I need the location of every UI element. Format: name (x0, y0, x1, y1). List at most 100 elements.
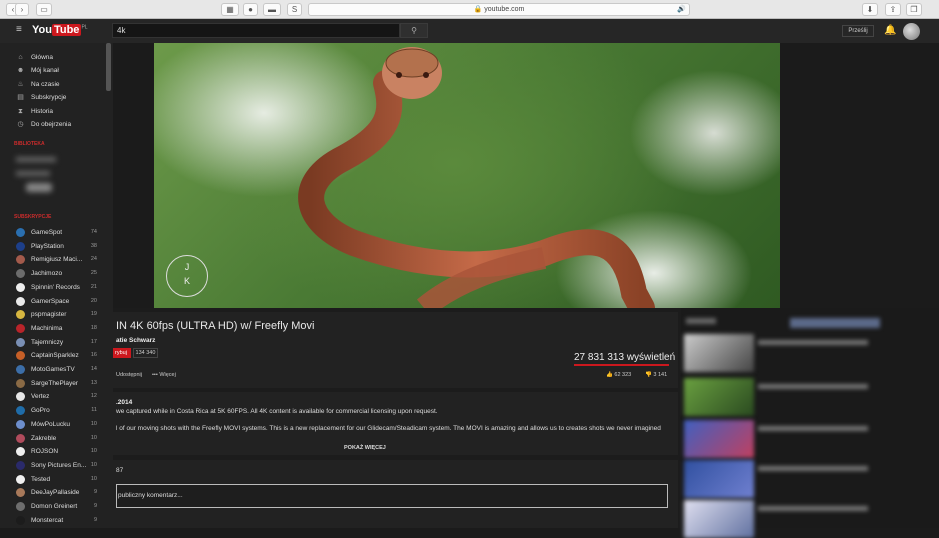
browser-toolbar: ‹ › ▭ ▦ ● ▬ S 🔒 youtube.com 🔊 ⬇ ⇪ ❐ (0, 0, 939, 19)
channel-name[interactable]: atie Schwarz (116, 337, 155, 344)
extension-icon[interactable]: ▬ (263, 3, 281, 16)
view-count: 27 831 313 wyświetleń (574, 352, 676, 363)
subscription-label: DeeJayPallaside (31, 489, 80, 497)
subscription-item[interactable]: pspmagister 19 (0, 308, 106, 321)
subscription-item[interactable]: Tested 10 (0, 473, 106, 486)
subscription-item[interactable]: Jachimozo 25 (0, 267, 106, 280)
sidebar-item-my-channel[interactable]: ☻ Mój kanał (0, 64, 106, 77)
suggestion-thumbnail[interactable] (684, 334, 754, 372)
suggestion-thumbnail[interactable] (684, 378, 754, 416)
subscription-count: 18 (90, 324, 97, 331)
dislike-button[interactable]: 👎 3 141 (645, 372, 667, 378)
suggestion-thumbnail[interactable] (684, 460, 754, 498)
speaker-icon[interactable]: 🔊 (677, 4, 686, 15)
sidebar-item-label: Mój kanał (31, 67, 59, 74)
subscription-item[interactable]: SargeThePlayer 13 (0, 377, 106, 390)
script-icon[interactable]: S (287, 3, 302, 16)
subscription-item[interactable]: GamerSpace 20 (0, 295, 106, 308)
subscription-label: Tested (31, 475, 51, 483)
bell-icon[interactable]: 🔔 (884, 25, 896, 36)
subscription-label: CaptainSparklez (31, 352, 79, 360)
privacy-icon[interactable]: ● (243, 3, 258, 16)
subscription-item[interactable]: PlayStation 38 (0, 240, 106, 253)
subscription-item[interactable]: GoPro 11 (0, 404, 106, 417)
subscription-label: MówPoLucku (31, 420, 71, 428)
more-button[interactable]: ••• Więcej (152, 372, 176, 378)
sidebar: ⌂ Główna ☻ Mój kanał ♨ Na czasie ▤ Subskrypc… (0, 43, 113, 528)
subscription-count: 10 (90, 461, 97, 468)
autoplay-toggle-blurred[interactable] (790, 318, 880, 328)
suggestions-heading-blurred (686, 318, 716, 324)
forward-button[interactable]: › (15, 3, 29, 16)
subscription-item[interactable]: Remigiusz Maci... 24 (0, 253, 106, 266)
youtube-logo[interactable]: You Tube PL (32, 24, 88, 36)
description-panel (113, 392, 678, 455)
subscription-count: 20 (90, 297, 97, 304)
subscription-item[interactable]: GameSpot 74 (0, 226, 106, 239)
sidebar-item-subscriptions[interactable]: ▤ Subskrypcje (0, 91, 106, 104)
subscription-item[interactable]: CaptainSparklez 16 (0, 349, 106, 362)
subscription-count: 19 (90, 311, 97, 318)
grid-icon[interactable]: ▦ (221, 3, 239, 16)
channel-avatar-icon (16, 502, 25, 511)
download-icon[interactable]: ⬇ (862, 3, 878, 16)
sidebar-toggle-button[interactable]: ▭ (36, 3, 52, 16)
channel-watermark[interactable]: J K (166, 255, 208, 297)
subscription-item[interactable]: Machinima 18 (0, 322, 106, 335)
subscription-item[interactable]: Tajemniczy 17 (0, 336, 106, 349)
subscription-item[interactable]: Vertez 12 (0, 390, 106, 403)
subscription-item[interactable]: Sony Pictures En... 10 (0, 459, 106, 472)
subscription-count: 10 (90, 475, 97, 482)
subscription-item[interactable]: Spinnin' Records 21 (0, 281, 106, 294)
share-icon[interactable]: ⇪ (885, 3, 901, 16)
channel-avatar-icon (16, 255, 25, 265)
url-bar[interactable]: 🔒 youtube.com 🔊 (308, 3, 690, 16)
subscription-count: 17 (90, 338, 97, 345)
subscription-item[interactable]: Monstercat 9 (0, 514, 106, 527)
subscription-item[interactable]: ROJSON 10 (0, 445, 106, 458)
library-heading: BIBLIOTEKA (14, 141, 45, 147)
subscription-label: Zakreble (31, 434, 57, 442)
channel-avatar-icon (16, 241, 25, 251)
comment-input[interactable]: publiczny komentarz... (116, 484, 668, 508)
subscription-count: 9 (93, 489, 97, 496)
share-label: Udostępnij (116, 372, 142, 378)
description-line: we captured while in Costa Rica at 5K 60… (116, 408, 438, 415)
suggestion-title-blurred (758, 506, 868, 511)
sidebar-scrollbar[interactable] (106, 43, 111, 91)
search-button[interactable]: ⚲ (400, 23, 428, 38)
subscription-label: GamerSpace (31, 297, 70, 305)
suggestion-thumbnail[interactable] (684, 500, 754, 538)
tabs-icon[interactable]: ❐ (906, 3, 922, 16)
channel-avatar-icon (16, 488, 25, 498)
subscription-item[interactable]: MówPoLucku 10 (0, 418, 106, 431)
avatar[interactable] (903, 23, 920, 40)
sidebar-item-home[interactable]: ⌂ Główna (0, 51, 106, 64)
subscribe-button[interactable]: rybuj (113, 348, 131, 358)
channel-avatar-icon (16, 419, 25, 429)
subscription-item[interactable]: Zakreble 10 (0, 432, 106, 445)
hamburger-menu-icon[interactable]: ≡ (16, 24, 22, 35)
subscription-label: Jachimozo (31, 270, 63, 278)
search-input[interactable]: 4k (112, 23, 400, 38)
subscription-count: 13 (90, 379, 97, 386)
subscription-item[interactable]: MotoGamesTV 14 (0, 363, 106, 376)
video-player[interactable]: J K (154, 43, 780, 308)
share-button[interactable]: Udostępnij (116, 372, 142, 378)
subscription-count: 11 (91, 407, 97, 414)
subscription-count: 10 (90, 434, 97, 441)
like-button[interactable]: 👍 62 323 (606, 372, 631, 378)
suggestion-thumbnail[interactable] (684, 420, 754, 458)
subscription-label: Remigiusz Maci... (31, 256, 83, 264)
sidebar-item-watch-later[interactable]: ◷ Do obejrzenia (0, 118, 106, 131)
subscription-label: Spinnin' Records (31, 283, 80, 291)
subscription-item[interactable]: DeeJayPallaside 9 (0, 486, 106, 499)
subscription-label: MotoGamesTV (31, 366, 75, 373)
subscription-count: 24 (90, 256, 97, 263)
show-more-button[interactable]: POKAŻ WIĘCEJ (344, 445, 386, 451)
sidebar-item-history[interactable]: ⧗ Historia (0, 105, 106, 118)
subscription-item[interactable]: Domon Greinert 9 (0, 500, 106, 513)
sidebar-item-trending[interactable]: ♨ Na czasie (0, 78, 106, 91)
upload-button[interactable]: Prześlij (842, 25, 874, 37)
url-text: youtube.com (484, 6, 525, 13)
